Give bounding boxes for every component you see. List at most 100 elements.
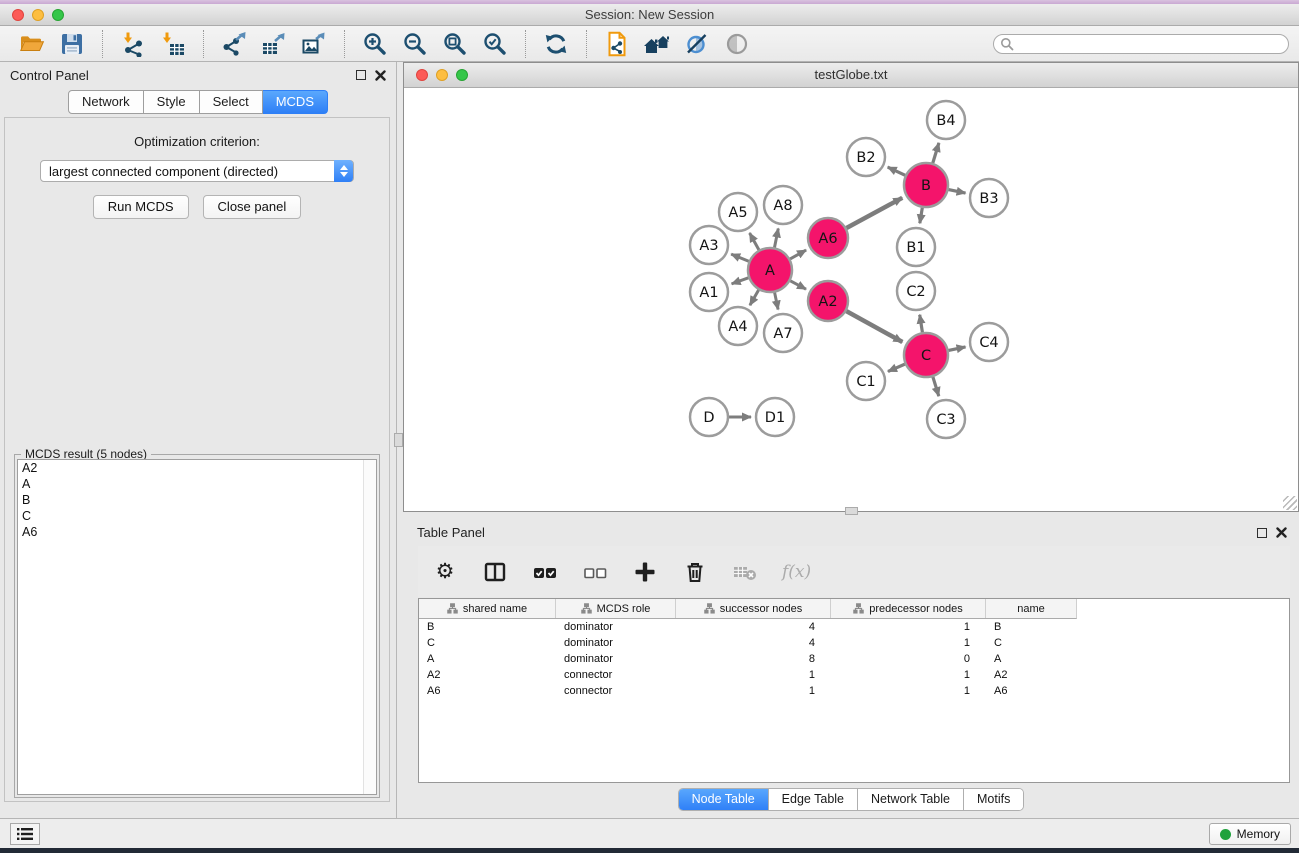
edge-A-A8[interactable] — [775, 229, 779, 248]
float-panel-icon[interactable] — [356, 70, 366, 80]
node-B2[interactable]: B2 — [847, 138, 885, 176]
edge-A6-B[interactable] — [847, 198, 903, 228]
column-header-successor-nodes[interactable]: successor nodes — [676, 599, 831, 618]
delete-selected-icon[interactable] — [682, 559, 708, 585]
edge-A2-C[interactable] — [846, 311, 902, 342]
tab-motifs[interactable]: Motifs — [963, 789, 1023, 810]
edge-A-A1[interactable] — [732, 278, 749, 284]
split-divider-handle[interactable] — [845, 507, 858, 515]
mcds-result-item[interactable]: A2 — [18, 460, 376, 476]
node-D1[interactable]: D1 — [756, 398, 794, 436]
network-window-titlebar[interactable]: testGlobe.txt — [404, 63, 1298, 88]
mcds-result-item[interactable]: A6 — [18, 524, 376, 540]
network-graph[interactable]: B4 B2 B B3 A5A8A6 A3 B1 A A1 C2 A2 A4A7 C C4 C1 C3 D D1 — [404, 88, 1298, 511]
home-icon[interactable] — [642, 29, 672, 59]
export-table-icon[interactable] — [259, 29, 289, 59]
function-builder-icon[interactable]: f(x) — [782, 562, 811, 582]
node-A[interactable]: A — [748, 248, 792, 292]
node-C3[interactable]: C3 — [927, 400, 965, 438]
close-panel-icon[interactable] — [1276, 527, 1287, 538]
node-C2[interactable]: C2 — [897, 272, 935, 310]
tab-network-table[interactable]: Network Table — [857, 789, 963, 810]
network-canvas[interactable]: B4 B2 B B3 A5A8A6 A3 B1 A A1 C2 A2 A4A7 C C4 C1 C3 D D1 — [404, 88, 1298, 511]
close-panel-button[interactable]: Close panel — [203, 195, 302, 219]
column-header-shared-name[interactable]: shared name — [419, 599, 556, 618]
task-history-button[interactable] — [10, 823, 40, 845]
edge-C-C4[interactable] — [949, 347, 966, 351]
save-session-icon[interactable] — [57, 29, 87, 59]
eye-icon[interactable] — [722, 29, 752, 59]
mcds-result-item[interactable]: C — [18, 508, 376, 524]
split-divider-handle[interactable] — [394, 433, 403, 447]
tab-style[interactable]: Style — [144, 90, 200, 114]
node-A3[interactable]: A3 — [690, 226, 728, 264]
node-B1[interactable]: B1 — [897, 228, 935, 266]
table-row[interactable]: A2connector11A2 — [419, 667, 1289, 683]
node-C4[interactable]: C4 — [970, 323, 1008, 361]
column-header-MCDS-role[interactable]: MCDS role — [556, 599, 676, 618]
deselect-all-icon[interactable] — [582, 559, 608, 585]
table-row[interactable]: A6connector11A6 — [419, 683, 1289, 699]
table-row[interactable]: Adominator80A — [419, 651, 1289, 667]
tab-select[interactable]: Select — [200, 90, 263, 114]
open-session-icon[interactable] — [17, 29, 47, 59]
optimization-criterion-select[interactable]: largest connected component (directed) — [40, 160, 354, 182]
table-row[interactable]: Cdominator41C — [419, 635, 1289, 651]
resize-grip-icon[interactable] — [1283, 496, 1297, 510]
edge-A-A2[interactable] — [790, 281, 806, 289]
tab-network[interactable]: Network — [68, 90, 144, 114]
first-neighbors-icon[interactable] — [602, 29, 632, 59]
column-header-name[interactable]: name — [986, 599, 1076, 618]
zoom-fit-icon[interactable] — [440, 29, 470, 59]
edge-A-A4[interactable] — [750, 290, 759, 305]
run-mcds-button[interactable]: Run MCDS — [93, 195, 189, 219]
tab-node-table[interactable]: Node Table — [679, 789, 768, 810]
table-row[interactable]: Bdominator41B — [419, 619, 1289, 635]
show-columns-icon[interactable] — [482, 559, 508, 585]
node-C1[interactable]: C1 — [847, 362, 885, 400]
node-A6[interactable]: A6 — [808, 218, 848, 258]
node-C[interactable]: C — [904, 333, 948, 377]
node-B3[interactable]: B3 — [970, 179, 1008, 217]
mcds-result-list[interactable]: A2ABCA6 — [17, 459, 377, 795]
refresh-icon[interactable] — [541, 29, 571, 59]
edge-B-B2[interactable] — [888, 167, 906, 175]
zoom-in-icon[interactable] — [360, 29, 390, 59]
column-header-predecessor-nodes[interactable]: predecessor nodes — [831, 599, 986, 618]
edge-C-C2[interactable] — [920, 315, 923, 333]
zoom-out-icon[interactable] — [400, 29, 430, 59]
import-table-icon[interactable] — [158, 29, 188, 59]
import-network-icon[interactable] — [118, 29, 148, 59]
node-A2[interactable]: A2 — [808, 281, 848, 321]
node-D[interactable]: D — [690, 398, 728, 436]
edge-C-C1[interactable] — [888, 364, 905, 371]
node-A7[interactable]: A7 — [764, 314, 802, 352]
graphics-details-icon[interactable] — [682, 29, 712, 59]
edge-A-A5[interactable] — [750, 233, 759, 250]
tab-edge-table[interactable]: Edge Table — [768, 789, 857, 810]
scrollbar-track[interactable] — [363, 460, 376, 794]
table-options-icon[interactable]: ⚙ — [432, 559, 458, 585]
export-image-icon[interactable] — [299, 29, 329, 59]
mcds-result-item[interactable]: B — [18, 492, 376, 508]
float-panel-icon[interactable] — [1257, 528, 1267, 538]
tab-mcds[interactable]: MCDS — [263, 90, 328, 114]
edge-C-C3[interactable] — [933, 377, 939, 396]
edge-B-B4[interactable] — [933, 143, 939, 163]
node-A1[interactable]: A1 — [690, 273, 728, 311]
edge-B-B1[interactable] — [920, 208, 923, 224]
node-B4[interactable]: B4 — [927, 101, 965, 139]
search-input[interactable] — [1014, 36, 1288, 52]
node-A8[interactable]: A8 — [764, 186, 802, 224]
node-B[interactable]: B — [904, 163, 948, 207]
node-A5[interactable]: A5 — [719, 193, 757, 231]
select-all-icon[interactable] — [532, 559, 558, 585]
edge-A-A7[interactable] — [775, 293, 779, 310]
search-box[interactable] — [993, 34, 1289, 54]
node-A4[interactable]: A4 — [719, 307, 757, 345]
edge-B-B3[interactable] — [949, 190, 966, 194]
zoom-selected-icon[interactable] — [480, 29, 510, 59]
edge-A-A6[interactable] — [790, 250, 806, 259]
mcds-result-item[interactable]: A — [18, 476, 376, 492]
add-column-icon[interactable] — [632, 559, 658, 585]
